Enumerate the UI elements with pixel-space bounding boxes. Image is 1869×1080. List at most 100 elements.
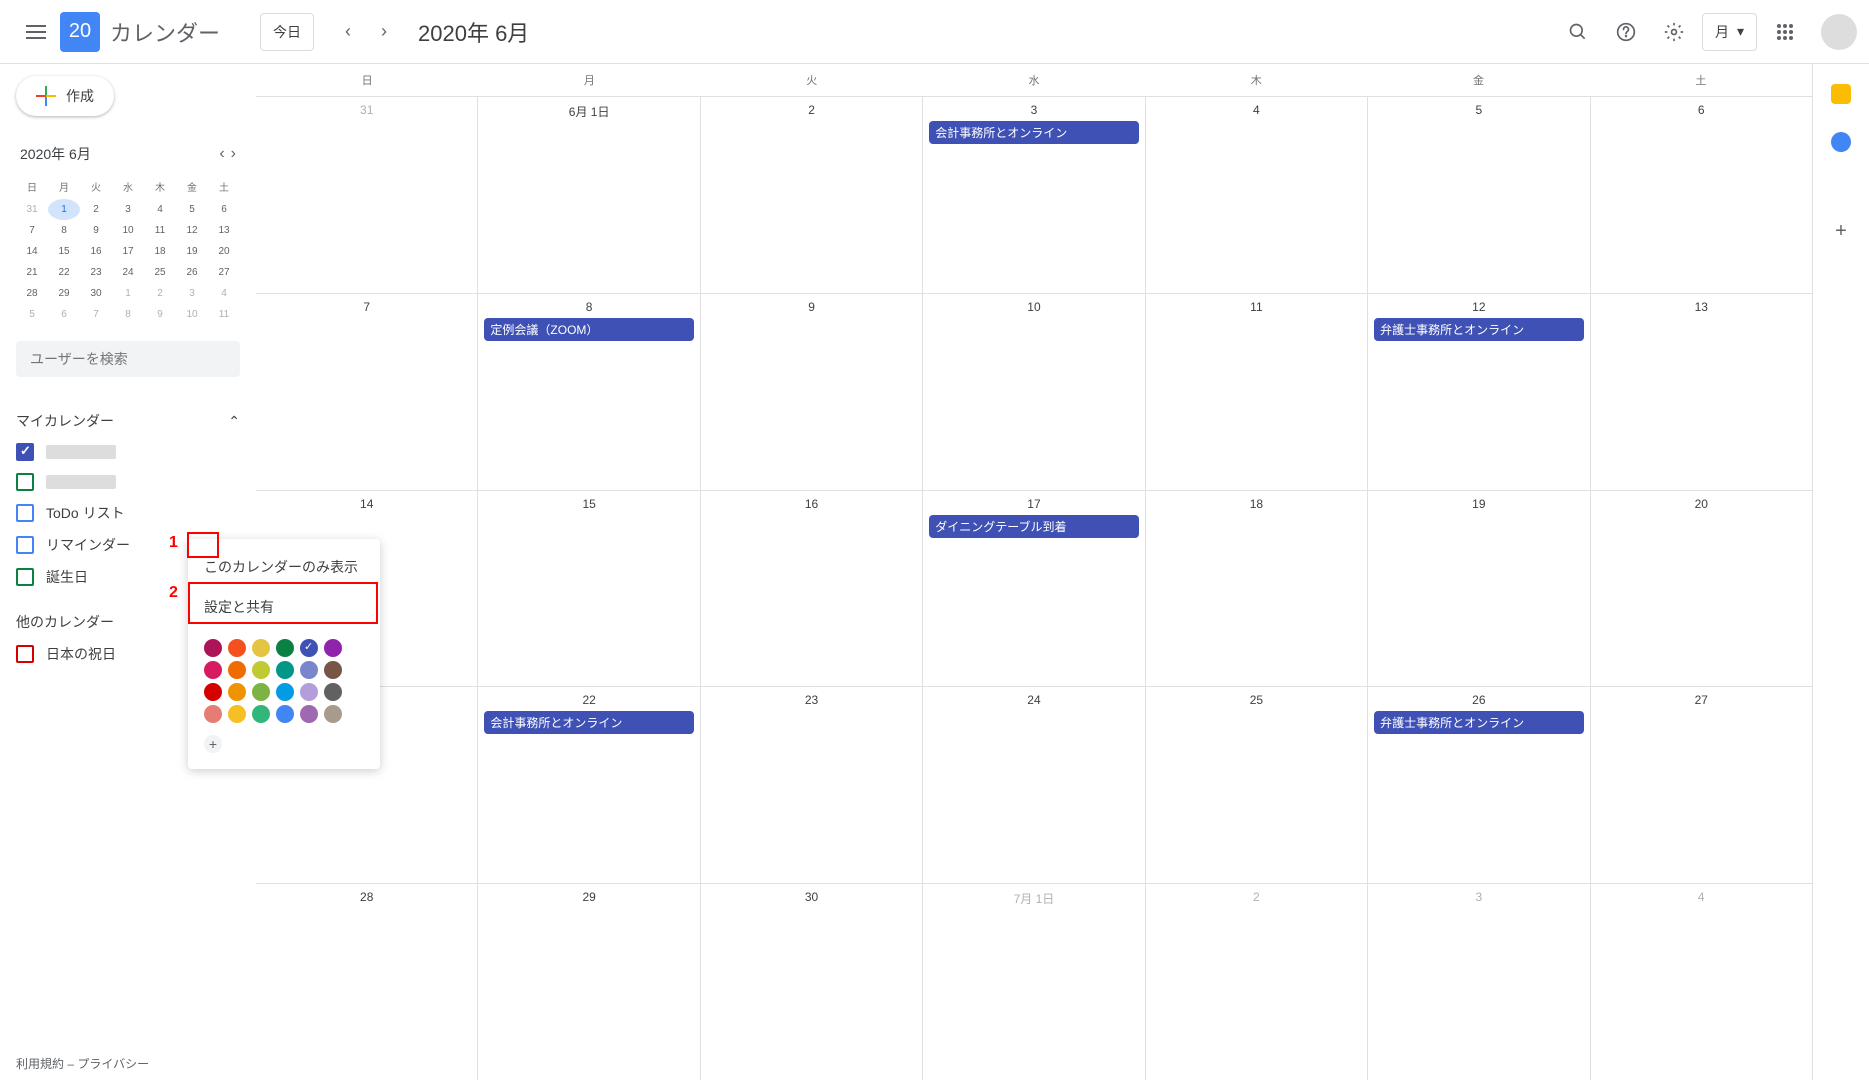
day-cell[interactable]: 22会計事務所とオンライン: [478, 687, 700, 883]
tasks-icon[interactable]: [1831, 132, 1851, 152]
color-swatch[interactable]: [324, 683, 342, 701]
hamburger-menu-icon[interactable]: [12, 8, 60, 56]
day-cell[interactable]: 27: [1591, 687, 1812, 883]
color-swatch[interactable]: [252, 705, 270, 723]
mini-day-cell[interactable]: 7: [80, 304, 112, 325]
color-swatch[interactable]: [300, 661, 318, 679]
day-cell[interactable]: 2: [701, 97, 923, 293]
mini-day-cell[interactable]: 29: [48, 283, 80, 304]
mini-day-cell[interactable]: 21: [16, 262, 48, 283]
mini-day-cell[interactable]: 31: [16, 199, 48, 220]
day-cell[interactable]: 5: [1368, 97, 1590, 293]
day-cell[interactable]: 3: [1368, 884, 1590, 1080]
view-selector[interactable]: 月▾: [1702, 13, 1757, 51]
add-addon-icon[interactable]: +: [1835, 220, 1847, 243]
date-range-title[interactable]: 2020年 6月: [418, 16, 529, 48]
mini-day-cell[interactable]: 10: [112, 220, 144, 241]
day-cell[interactable]: 28: [256, 884, 478, 1080]
mini-day-cell[interactable]: 11: [208, 304, 240, 325]
mini-day-cell[interactable]: 16: [80, 241, 112, 262]
mini-day-cell[interactable]: 5: [176, 199, 208, 220]
mini-day-cell[interactable]: 8: [48, 220, 80, 241]
day-cell[interactable]: 30: [701, 884, 923, 1080]
calendar-event[interactable]: 弁護士事務所とオンライン: [1374, 318, 1583, 341]
mini-day-cell[interactable]: 2: [80, 199, 112, 220]
day-cell[interactable]: 23: [701, 687, 923, 883]
create-button[interactable]: 作成: [16, 76, 114, 116]
my-calendars-header[interactable]: マイカレンダー ⌃: [16, 405, 240, 437]
mini-day-cell[interactable]: 6: [48, 304, 80, 325]
day-cell[interactable]: 17ダイニングテーブル到着: [923, 491, 1145, 687]
color-swatch[interactable]: [276, 661, 294, 679]
mini-calendar-title[interactable]: 2020年 6月: [20, 144, 91, 164]
calendar-item[interactable]: [16, 467, 240, 497]
day-cell[interactable]: 4: [1591, 884, 1812, 1080]
help-icon[interactable]: [1606, 12, 1646, 52]
calendar-event[interactable]: ダイニングテーブル到着: [929, 515, 1138, 538]
mini-day-cell[interactable]: 3: [112, 199, 144, 220]
color-swatch[interactable]: [228, 639, 246, 657]
color-swatch[interactable]: [300, 639, 318, 657]
mini-day-cell[interactable]: 9: [144, 304, 176, 325]
calendar-checkbox[interactable]: [16, 645, 34, 663]
keep-icon[interactable]: [1831, 84, 1851, 104]
mini-day-cell[interactable]: 22: [48, 262, 80, 283]
day-cell[interactable]: 13: [1591, 294, 1812, 490]
mini-day-cell[interactable]: 19: [176, 241, 208, 262]
calendar-item[interactable]: ToDo リスト: [16, 497, 240, 529]
day-cell[interactable]: 7月 1日: [923, 884, 1145, 1080]
search-icon[interactable]: [1558, 12, 1598, 52]
day-cell[interactable]: 2: [1146, 884, 1368, 1080]
color-swatch[interactable]: [300, 683, 318, 701]
color-swatch[interactable]: [252, 683, 270, 701]
color-swatch[interactable]: [276, 639, 294, 657]
mini-next-icon[interactable]: ›: [231, 145, 236, 163]
mini-day-cell[interactable]: 25: [144, 262, 176, 283]
mini-day-cell[interactable]: 13: [208, 220, 240, 241]
mini-day-cell[interactable]: 2: [144, 283, 176, 304]
mini-day-cell[interactable]: 14: [16, 241, 48, 262]
color-swatch[interactable]: [300, 705, 318, 723]
calendar-checkbox[interactable]: [16, 443, 34, 461]
day-cell[interactable]: 9: [701, 294, 923, 490]
prev-month-button[interactable]: ‹: [332, 16, 364, 48]
mini-day-cell[interactable]: 30: [80, 283, 112, 304]
mini-day-cell[interactable]: 23: [80, 262, 112, 283]
color-swatch[interactable]: [204, 683, 222, 701]
footer-links[interactable]: 利用規約 – プライバシー: [16, 1055, 149, 1072]
color-swatch[interactable]: [204, 639, 222, 657]
day-cell[interactable]: 6月 1日: [478, 97, 700, 293]
mini-day-cell[interactable]: 3: [176, 283, 208, 304]
day-cell[interactable]: 31: [256, 97, 478, 293]
apps-grid-icon[interactable]: [1765, 12, 1805, 52]
mini-day-cell[interactable]: 4: [144, 199, 176, 220]
calendar-checkbox[interactable]: [16, 536, 34, 554]
day-cell[interactable]: 6: [1591, 97, 1812, 293]
mini-day-cell[interactable]: 6: [208, 199, 240, 220]
day-cell[interactable]: 4: [1146, 97, 1368, 293]
day-cell[interactable]: 24: [923, 687, 1145, 883]
day-cell[interactable]: 3会計事務所とオンライン: [923, 97, 1145, 293]
settings-icon[interactable]: [1654, 12, 1694, 52]
color-swatch[interactable]: [324, 705, 342, 723]
day-cell[interactable]: 25: [1146, 687, 1368, 883]
day-cell[interactable]: 16: [701, 491, 923, 687]
color-swatch[interactable]: [204, 661, 222, 679]
mini-day-cell[interactable]: 7: [16, 220, 48, 241]
mini-day-cell[interactable]: 20: [208, 241, 240, 262]
day-cell[interactable]: 11: [1146, 294, 1368, 490]
menu-show-only[interactable]: このカレンダーのみ表示: [188, 547, 380, 587]
day-cell[interactable]: 8定例会議（ZOOM）: [478, 294, 700, 490]
mini-day-cell[interactable]: 17: [112, 241, 144, 262]
day-cell[interactable]: 15: [478, 491, 700, 687]
day-cell[interactable]: 26弁護士事務所とオンライン: [1368, 687, 1590, 883]
mini-day-cell[interactable]: 8: [112, 304, 144, 325]
calendar-checkbox[interactable]: [16, 568, 34, 586]
day-cell[interactable]: 10: [923, 294, 1145, 490]
calendar-item[interactable]: [16, 437, 240, 467]
color-swatch[interactable]: [324, 639, 342, 657]
calendar-checkbox[interactable]: [16, 504, 34, 522]
menu-settings-share[interactable]: 設定と共有: [188, 587, 380, 627]
color-swatch[interactable]: [276, 683, 294, 701]
mini-day-cell[interactable]: 26: [176, 262, 208, 283]
